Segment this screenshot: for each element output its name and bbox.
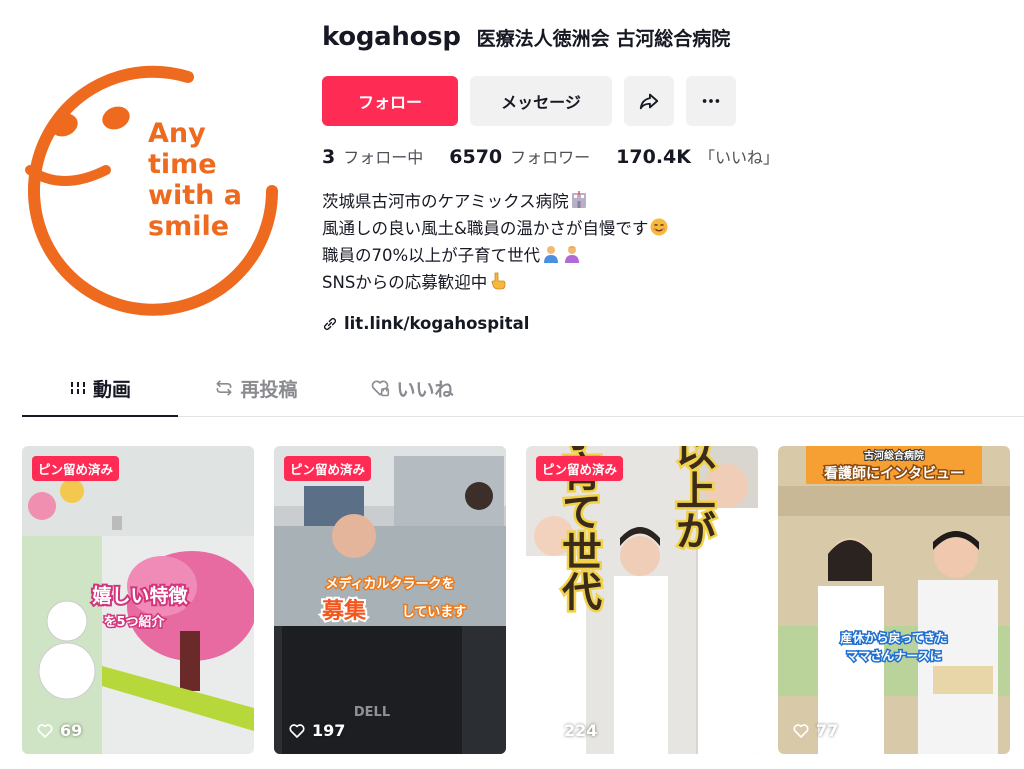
- followers-stat[interactable]: 6570 フォロワー: [449, 144, 590, 168]
- action-buttons: フォロー メッセージ: [322, 76, 1004, 126]
- bio-text: 職員の70%以上が子育て世代: [322, 246, 541, 265]
- heart-outline-icon: [37, 723, 53, 738]
- video-thumbnail: DELL メディカルクラークを 募集 しています: [274, 446, 506, 754]
- nickname: 医療法人徳洲会 古河総合病院: [476, 28, 731, 50]
- pinned-badge: ピン留め済み: [536, 456, 624, 481]
- tab-likes[interactable]: いいね: [334, 360, 490, 416]
- profile-info: kogahosp 医療法人徳洲会 古河総合病院 フォロー メッセージ 3 フォロ…: [322, 22, 1004, 333]
- following-label: フォロー中: [343, 148, 424, 167]
- tab-videos[interactable]: 動画: [22, 360, 178, 417]
- heart-outline-icon: [793, 723, 809, 738]
- view-count: 77: [792, 721, 838, 740]
- video-thumbnail: 嬉しい特徴 を5つ紹介: [22, 446, 254, 754]
- caption-line: しています: [402, 605, 467, 620]
- caption-line: 産休から戻ってきた: [840, 630, 947, 645]
- likes-count: 170.4K: [616, 146, 691, 168]
- video-card[interactable]: 古河総合病院 看護師にインタビュー 産休から戻ってきた ママさんナースに 77: [778, 446, 1010, 754]
- heart-icon: [372, 380, 390, 397]
- profile-stats: 3 フォロー中 6570 フォロワー 170.4K 「いいね」: [322, 144, 1004, 168]
- video-card[interactable]: DELL メディカルクラークを 募集 しています ピン留め済み 197: [274, 446, 506, 754]
- caption-line: ママさんナースに: [846, 649, 941, 663]
- heart-outline-icon: [289, 723, 305, 738]
- tab-reposts[interactable]: 再投稿: [178, 360, 334, 416]
- profile-tabs: 動画 再投稿 いいね: [22, 360, 1024, 417]
- video-card[interactable]: 嬉しい特徴 を5つ紹介 ピン留め済み 69: [22, 446, 254, 754]
- username: kogahosp: [322, 22, 461, 52]
- view-count-value: 224: [564, 721, 598, 740]
- bio-line: 職員の70%以上が子育て世代: [322, 242, 1004, 269]
- link-icon: [323, 317, 337, 330]
- svg-text:DELL: DELL: [354, 705, 390, 720]
- following-stat[interactable]: 3 フォロー中: [322, 144, 423, 168]
- tab-label: 再投稿: [240, 378, 298, 401]
- view-count-value: 197: [312, 721, 346, 740]
- caption-line: メディカルクラークを: [325, 576, 454, 592]
- smiling-face-emoji: [650, 218, 668, 239]
- bio: 茨城県古河市のケアミックス病院 風通しの良い風土&職員の温かさが自慢です 職員の…: [322, 188, 1004, 296]
- profile-link-text: lit.link/kogahospital: [344, 314, 530, 333]
- share-button[interactable]: [624, 76, 674, 126]
- pinned-badge: ピン留め済み: [284, 456, 372, 481]
- name-row: kogahosp 医療法人徳洲会 古河総合病院: [322, 22, 1004, 62]
- avatar-text-1: Any: [148, 118, 206, 149]
- hospital-emoji: [571, 191, 587, 212]
- avatar-text-2: time: [148, 149, 217, 180]
- bio-text: SNSからの応募歓迎中: [322, 273, 488, 292]
- profile-link[interactable]: lit.link/kogahospital: [322, 314, 1004, 333]
- more-icon: [702, 99, 720, 103]
- grid-icon: [70, 382, 85, 394]
- following-count: 3: [322, 146, 336, 168]
- view-count-value: 69: [60, 721, 83, 740]
- people-emoji: [542, 245, 582, 266]
- bio-line: SNSからの応募歓迎中: [322, 269, 1004, 296]
- followers-count: 6570: [449, 146, 503, 168]
- bio-text: 茨城県古河市のケアミックス病院: [322, 192, 569, 211]
- view-count: 69: [36, 721, 82, 740]
- pointing-down-emoji: [489, 272, 507, 293]
- avatar-logo: Any time with a smile: [25, 65, 279, 317]
- caption-line: を5つ紹介: [103, 614, 165, 630]
- bio-line: 茨城県古河市のケアミックス病院: [322, 188, 1004, 215]
- share-icon: [639, 93, 659, 110]
- caption-line: 7割以上が: [669, 446, 715, 550]
- view-count: 224: [540, 721, 597, 740]
- video-thumbnail: 古河総合病院 看護師にインタビュー 産休から戻ってきた ママさんナースに: [778, 446, 1010, 754]
- bio-text: 風通しの良い風土&職員の温かさが自慢です: [322, 219, 649, 238]
- caption-line: 募集: [321, 598, 367, 624]
- repost-icon: [216, 380, 232, 396]
- likes-stat: 170.4K 「いいね」: [616, 144, 779, 168]
- avatar-text-4: smile: [148, 211, 229, 242]
- followers-label: フォロワー: [510, 148, 591, 167]
- tab-label: いいね: [396, 378, 454, 401]
- pinned-badge: ピン留め済み: [32, 456, 120, 481]
- view-count: 197: [288, 721, 345, 740]
- bio-line: 風通しの良い風土&職員の温かさが自慢です: [322, 215, 1004, 242]
- follow-button[interactable]: フォロー: [322, 76, 458, 126]
- tab-label: 動画: [92, 378, 131, 401]
- caption-line: 看護師にインタビュー: [823, 465, 964, 482]
- view-count-value: 77: [816, 721, 839, 740]
- more-button[interactable]: [686, 76, 736, 126]
- avatar[interactable]: Any time with a smile: [22, 60, 284, 322]
- caption-line: 古河総合病院: [864, 449, 924, 462]
- likes-label: 「いいね」: [698, 148, 779, 167]
- caption-line: 嬉しい特徴: [92, 584, 188, 607]
- video-thumbnail: 子育て世代 7割以上が: [526, 446, 758, 754]
- avatar-text-3: with a: [148, 180, 242, 211]
- video-card[interactable]: 子育て世代 7割以上が ピン留め済み 224: [526, 446, 758, 754]
- heart-outline-icon: [541, 723, 557, 738]
- message-button[interactable]: メッセージ: [470, 76, 612, 126]
- video-grid: 嬉しい特徴 を5つ紹介 ピン留め済み 69 DELL メディカルクラークを 募集…: [22, 446, 1010, 754]
